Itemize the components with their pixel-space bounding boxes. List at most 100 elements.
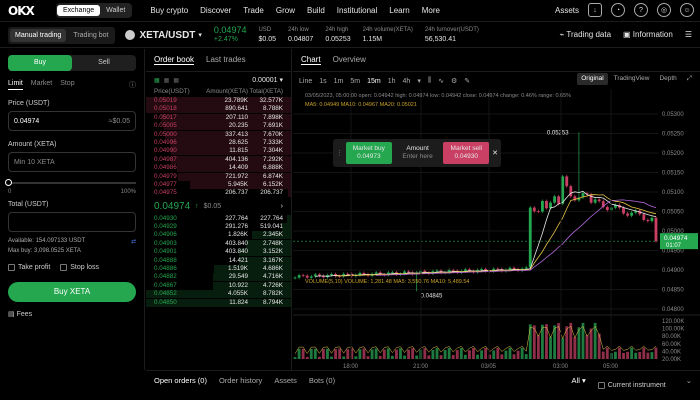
line-interval[interactable]: Line (299, 78, 312, 85)
sell-tab[interactable]: Sell (72, 55, 136, 71)
globe-icon[interactable]: ◎ (657, 3, 671, 17)
candlestick-chart[interactable]: 0.05300 0.05250 0.05200 0.05150 0.05100 0.050… (293, 89, 700, 370)
order-book-row[interactable]: 0.05018 890.641 8.788K (146, 105, 291, 114)
price-input[interactable]: 0.04974 ≈$0.05 (8, 111, 136, 131)
chevron-down-icon[interactable]: ▾ (198, 31, 202, 39)
order-book-row[interactable]: 0.04850 11.824 8.794K (146, 298, 291, 307)
nav-buy-crypto[interactable]: Buy crypto (150, 6, 188, 15)
order-book-row[interactable]: 0.04882 29.549 4.716K (146, 273, 291, 282)
nav-discover[interactable]: Discover (200, 6, 231, 15)
buy-xeta-button[interactable]: Buy XETA (8, 282, 136, 302)
bell-icon[interactable]: ◔ (611, 3, 625, 17)
download-icon[interactable]: ↓ (588, 3, 602, 17)
current-instrument-checkbox[interactable]: Current instrument (597, 376, 666, 395)
market-sell-button[interactable]: Market sell 0.04930 (443, 142, 490, 164)
precision-select[interactable]: 0.00001 ▾ (252, 76, 283, 84)
order-book-row[interactable]: 0.05000 337.413 7.670K (146, 130, 291, 139)
info-icon[interactable]: ⓘ (129, 80, 136, 90)
draw-icon[interactable]: ✎ (464, 77, 470, 85)
okx-logo[interactable]: OKX (8, 4, 50, 18)
buy-tab[interactable]: Buy (8, 55, 72, 71)
stop-loss-checkbox[interactable]: Stop loss (60, 264, 99, 271)
interval-15m[interactable]: 15m (367, 78, 381, 85)
interval-1h[interactable]: 1h (388, 78, 396, 85)
menu-icon[interactable]: ☰ (685, 30, 692, 39)
amount-slider[interactable] (5, 179, 136, 186)
information-link[interactable]: ▣ Information (623, 30, 673, 39)
book-view-both-icon[interactable]: ▦ (154, 77, 160, 84)
order-book-row[interactable]: 0.04903 403.840 2.748K (146, 239, 291, 248)
transfer-icon[interactable]: ⇄ (131, 238, 136, 245)
order-book-row[interactable]: 0.04990 11.815 7.304K (146, 147, 291, 156)
stop-tab[interactable]: Stop (60, 80, 74, 90)
market-tab[interactable]: Market (31, 80, 52, 90)
order-book-row[interactable]: 0.04867 10.922 4.726K (146, 281, 291, 290)
manual-trading-tab[interactable]: Manual trading (10, 28, 67, 42)
view-tradingview[interactable]: TradingView (610, 73, 654, 85)
book-view-asks-icon[interactable]: ▦ (173, 77, 179, 84)
open-orders-tab[interactable]: Open orders (0) (154, 376, 207, 395)
order-book-row[interactable]: 0.04852 4.055K 8.782K (146, 290, 291, 299)
view-depth[interactable]: Depth (655, 73, 680, 85)
amount-input[interactable]: Min 10 XETA (8, 152, 136, 172)
interval-dropdown-icon[interactable]: ▾ (417, 77, 421, 85)
settings-icon[interactable]: ⚙ (451, 77, 457, 85)
order-book-row[interactable]: 0.04975 206.737 206.737 (146, 189, 291, 198)
quick-amount-input[interactable]: Amount Enter here (395, 142, 441, 164)
market-buy-button[interactable]: Market buy 0.04973 (346, 142, 392, 164)
limit-tab[interactable]: Limit (8, 80, 23, 90)
candle-type-icon[interactable]: ⫼ (428, 77, 431, 85)
pair-selector[interactable]: XETA/USDT (139, 30, 195, 41)
collapse-icon[interactable]: ⌄ (686, 376, 692, 395)
order-book-row[interactable]: 0.04930 227.764 227.764 (146, 214, 291, 223)
overview-tab[interactable]: Overview (333, 55, 366, 65)
interval-4h[interactable]: 4h (403, 78, 411, 85)
order-book-row[interactable]: 0.05005 20.235 7.691K (146, 122, 291, 131)
order-book-tab[interactable]: Order book (154, 55, 195, 65)
chart-tab[interactable]: Chart (301, 55, 321, 65)
interval-5m[interactable]: 5m (350, 78, 360, 85)
wallet-toggle[interactable]: Wallet (100, 5, 131, 16)
fees-link[interactable]: Fees (17, 311, 33, 318)
order-book-row[interactable]: 0.04986 14.409 6.888K (146, 164, 291, 173)
nav-build[interactable]: Build (307, 6, 325, 15)
nav-assets[interactable]: Assets (555, 6, 579, 15)
nav-trade[interactable]: Trade (243, 6, 264, 15)
exchange-toggle[interactable]: Exchange (57, 5, 101, 16)
nav-learn[interactable]: Learn (389, 6, 409, 15)
order-book-row[interactable]: 0.04888 14.421 3.167K (146, 256, 291, 265)
help-icon[interactable]: ? (634, 3, 648, 17)
drag-handle-icon[interactable]: ⋮ (336, 149, 343, 157)
view-original[interactable]: Original (577, 73, 608, 85)
chevron-right-icon[interactable]: › (281, 203, 283, 210)
slider-handle[interactable] (5, 179, 12, 186)
last-trades-tab[interactable]: Last trades (206, 55, 246, 65)
order-book-row[interactable]: 0.04929 291.276 519.041 (146, 223, 291, 232)
order-book-row[interactable]: 0.04987 404.136 7.292K (146, 155, 291, 164)
indicator-icon[interactable]: ∿ (438, 77, 444, 85)
order-book-row[interactable]: 0.04996 28.625 7.333K (146, 138, 291, 147)
fullscreen-icon[interactable]: ⤢ (683, 73, 696, 85)
interval-1s[interactable]: 1s (319, 78, 326, 85)
order-book-row[interactable]: 0.04979 721.972 6.874K (146, 172, 291, 181)
nav-grow[interactable]: Grow (276, 6, 295, 15)
assets-tab[interactable]: Assets (274, 376, 297, 395)
order-book-row[interactable]: 0.05017 207.110 7.898K (146, 113, 291, 122)
all-filter[interactable]: All ▾ (572, 376, 586, 395)
bots-tab[interactable]: Bots (0) (309, 376, 335, 395)
interval-1m[interactable]: 1m (334, 78, 344, 85)
total-input[interactable] (8, 212, 136, 232)
order-book-row[interactable]: 0.04901 403.840 3.152K (146, 248, 291, 257)
trading-data-link[interactable]: ⌁ Trading data (559, 30, 611, 39)
order-book-row[interactable]: 0.04886 1.519K 4.686K (146, 265, 291, 274)
nav-more[interactable]: More (422, 6, 440, 15)
order-book-row[interactable]: 0.05019 23.789K 32.577K (146, 97, 291, 105)
order-book-row[interactable]: 0.04906 1.826K 2.345K (146, 231, 291, 240)
close-icon[interactable]: ✕ (492, 149, 498, 157)
order-book-row[interactable]: 0.04977 5.945K 6.152K (146, 180, 291, 189)
nav-institutional[interactable]: Institutional (337, 6, 377, 15)
order-history-tab[interactable]: Order history (219, 376, 262, 395)
trading-bot-tab[interactable]: Trading bot (68, 29, 113, 42)
book-view-bids-icon[interactable]: ▦ (164, 77, 170, 84)
take-profit-checkbox[interactable]: Take profit (8, 264, 50, 271)
